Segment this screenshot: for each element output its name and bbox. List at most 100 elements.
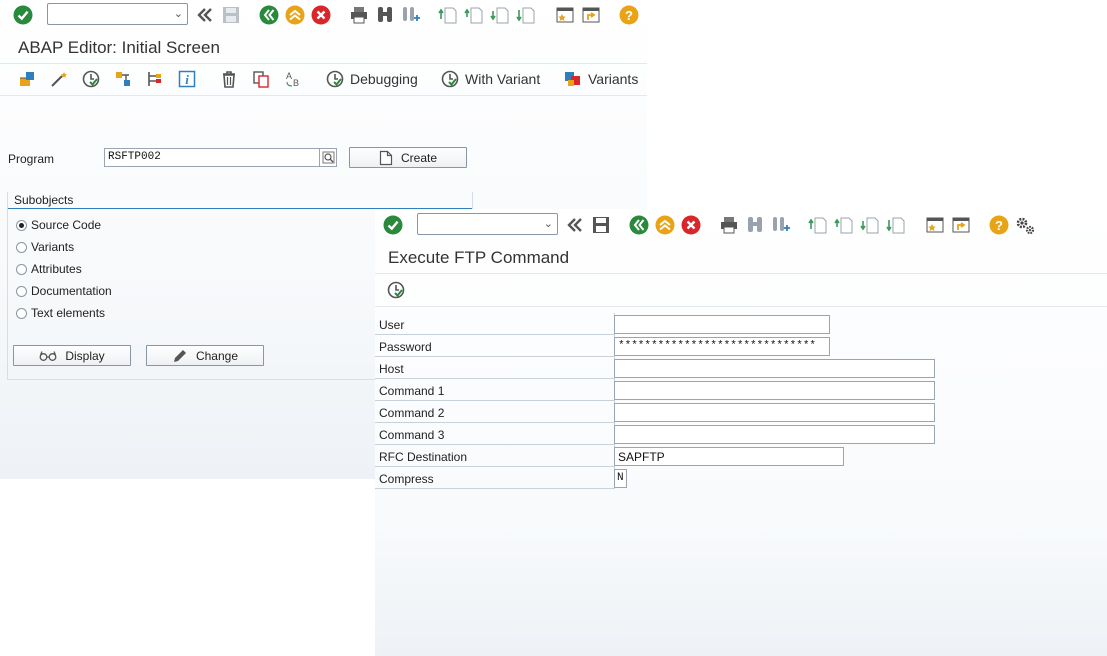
with-variant-button[interactable]: With Variant <box>440 69 540 89</box>
gear-icon[interactable] <box>1014 214 1036 236</box>
svg-text:B: B <box>293 78 299 88</box>
radio-variants[interactable]: Variants <box>16 240 74 254</box>
field-row-host: Host <box>375 357 615 379</box>
command3-input[interactable] <box>614 425 935 444</box>
save-icon[interactable] <box>590 214 612 236</box>
back-icon[interactable] <box>563 214 585 236</box>
radio-button[interactable] <box>16 307 27 319</box>
radio-documentation[interactable]: Documentation <box>16 284 112 298</box>
command-field[interactable]: ⌄ <box>417 213 558 235</box>
divider <box>0 95 647 96</box>
create-session-icon[interactable] <box>924 214 946 236</box>
radio-button[interactable] <box>16 241 27 253</box>
chevron-down-icon[interactable]: ⌄ <box>174 7 183 20</box>
display-button[interactable]: Display <box>13 345 131 366</box>
password-input[interactable]: ****************************** <box>614 337 830 356</box>
back-green-icon[interactable] <box>628 214 650 236</box>
system-toolbar: ⌄ ? <box>0 0 647 31</box>
user-label: User <box>379 318 405 332</box>
back-icon[interactable] <box>193 4 215 26</box>
last-page-icon[interactable] <box>515 4 537 26</box>
command1-label: Command 1 <box>379 384 445 398</box>
object-list-icon[interactable] <box>143 68 165 90</box>
radio-text-elements[interactable]: Text elements <box>16 306 105 320</box>
execute-icon[interactable] <box>385 279 407 301</box>
chevron-down-icon[interactable]: ⌄ <box>544 217 553 230</box>
help-icon[interactable]: ? <box>618 4 640 26</box>
delete-icon[interactable] <box>218 68 240 90</box>
page-title: Execute FTP Command <box>388 248 570 267</box>
find-next-icon[interactable] <box>399 4 421 26</box>
cancel-icon[interactable] <box>680 214 702 236</box>
field-row-password: Password <box>375 335 615 357</box>
help-icon[interactable]: ? <box>988 214 1010 236</box>
radio-label: Documentation <box>31 284 112 298</box>
execute-icon[interactable] <box>80 68 102 90</box>
create-button[interactable]: Create <box>349 147 467 168</box>
back-green-icon[interactable] <box>258 4 280 26</box>
radio-source-code[interactable]: Source Code <box>16 218 101 232</box>
enter-icon[interactable] <box>12 4 34 26</box>
copy-icon[interactable] <box>250 68 272 90</box>
variants-button[interactable]: Variants <box>563 69 638 89</box>
subobjects-title: Subobjects <box>14 193 74 207</box>
create-shortcut-icon[interactable] <box>580 4 602 26</box>
exit-icon[interactable] <box>654 214 676 236</box>
svg-text:A: A <box>286 71 292 81</box>
host-input[interactable] <box>614 359 935 378</box>
svg-text:?: ? <box>995 218 1003 233</box>
change-button[interactable]: Change <box>146 345 264 366</box>
find-icon[interactable] <box>374 4 396 26</box>
command2-input[interactable] <box>614 403 935 422</box>
save-icon[interactable] <box>220 4 242 26</box>
compress-label: Compress <box>379 472 434 486</box>
radio-label: Source Code <box>31 218 102 232</box>
command-field[interactable]: ⌄ <box>47 3 188 25</box>
search-help-icon[interactable] <box>319 148 337 167</box>
field-row-command2: Command 2 <box>375 401 615 423</box>
password-label: Password <box>379 340 432 354</box>
command1-input[interactable] <box>614 381 935 400</box>
rename-icon[interactable]: AB <box>282 68 304 90</box>
radio-attributes[interactable]: Attributes <box>16 262 82 276</box>
other-object-icon[interactable] <box>16 68 38 90</box>
prev-page-icon[interactable] <box>833 214 855 236</box>
program-input[interactable]: RSFTP002 <box>104 148 320 167</box>
divider <box>375 306 1107 307</box>
variants-icon <box>565 72 580 86</box>
debugging-label: Debugging <box>350 71 418 87</box>
radio-label: Attributes <box>31 262 82 276</box>
user-input[interactable] <box>614 315 830 334</box>
wizard-icon[interactable] <box>48 68 70 90</box>
first-page-icon[interactable] <box>437 4 459 26</box>
radio-button[interactable] <box>16 285 27 297</box>
last-page-icon[interactable] <box>885 214 907 236</box>
prev-page-icon[interactable] <box>463 4 485 26</box>
debugging-button[interactable]: Debugging <box>325 69 418 89</box>
create-session-icon[interactable] <box>554 4 576 26</box>
execute-variant-icon <box>441 70 459 88</box>
first-page-icon[interactable] <box>807 214 829 236</box>
info-icon[interactable]: i <box>176 68 198 90</box>
rfc-destination-input[interactable]: SAPFTP <box>614 447 844 466</box>
enter-icon[interactable] <box>382 214 404 236</box>
print-icon[interactable] <box>718 214 740 236</box>
divider <box>0 63 647 64</box>
execute-ftp-window: ⌄ ? Execute FTP Command User Password Ho… <box>375 209 1107 656</box>
field-row-rfc-destination: RFC Destination <box>375 445 615 467</box>
next-page-icon[interactable] <box>489 4 511 26</box>
find-next-icon[interactable] <box>769 214 791 236</box>
cancel-icon[interactable] <box>310 4 332 26</box>
with-variant-label: With Variant <box>465 71 541 87</box>
exit-icon[interactable] <box>284 4 306 26</box>
radio-label: Variants <box>31 240 75 254</box>
host-label: Host <box>379 362 404 376</box>
next-page-icon[interactable] <box>859 214 881 236</box>
radio-button[interactable] <box>16 263 27 275</box>
find-icon[interactable] <box>744 214 766 236</box>
where-used-icon[interactable] <box>112 68 134 90</box>
radio-button[interactable] <box>16 219 27 231</box>
compress-input[interactable]: N <box>614 469 627 488</box>
print-icon[interactable] <box>348 4 370 26</box>
create-shortcut-icon[interactable] <box>950 214 972 236</box>
